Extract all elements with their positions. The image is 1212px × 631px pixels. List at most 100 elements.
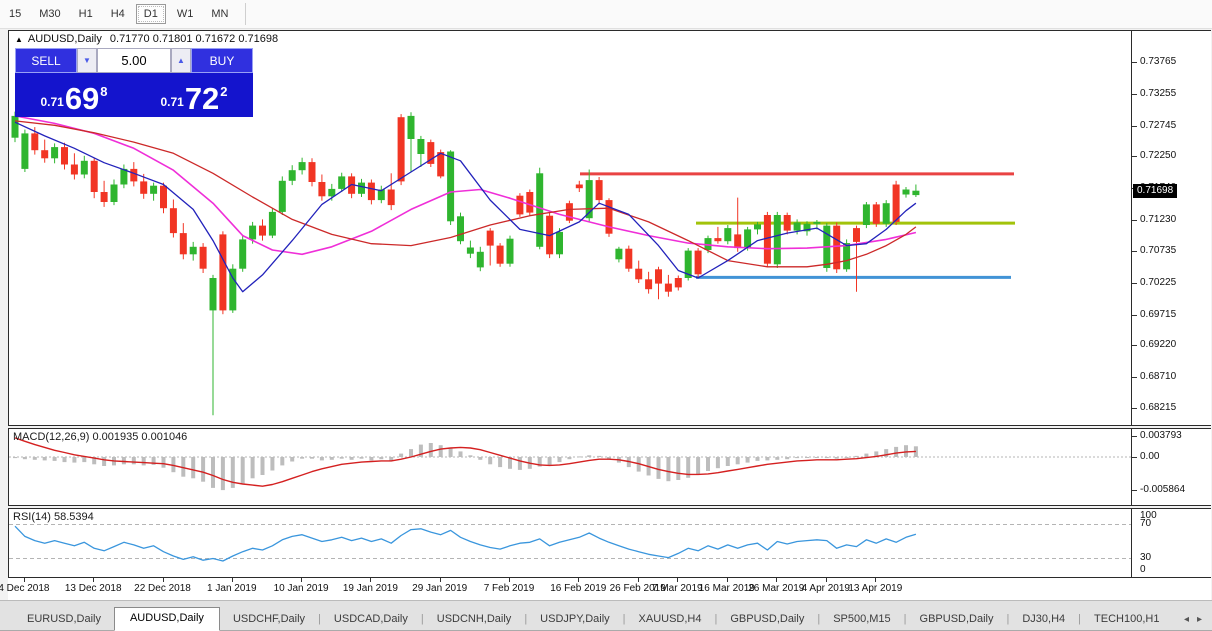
price-axis-label: 0.73765 <box>1140 56 1177 67</box>
price-axis-label: 0.68710 <box>1140 371 1177 383</box>
date-axis-tick <box>23 578 25 582</box>
buy-button[interactable]: BUY <box>191 48 253 73</box>
date-axis-label: 10 Jan 2019 <box>273 583 329 594</box>
price-axis-tick <box>1132 282 1137 284</box>
chart-tab-usdcnh-daily[interactable]: USDCNH,Daily <box>424 609 525 630</box>
rsi-axis-label: 30 <box>1140 552 1152 563</box>
timeframe-button-15[interactable]: 15 <box>2 5 28 23</box>
chart-ohlc-values: 0.71770 0.71801 0.71672 0.71698 <box>109 33 279 45</box>
macd-axis-tick <box>1132 489 1137 491</box>
date-axis-tick <box>370 578 372 582</box>
date-axis[interactable]: 4 Dec 2018 13 Dec 2018 22 Dec 2018 1 Jan 20… <box>0 578 1211 600</box>
price-axis-tick <box>1132 377 1137 379</box>
price-axis-label: 0.72745 <box>1140 119 1177 131</box>
buy-price-big-digits: 72 <box>184 81 220 117</box>
timeframe-button-M30[interactable]: M30 <box>32 5 67 23</box>
chart-tab-usdcad-daily[interactable]: USDCAD,Daily <box>321 609 421 630</box>
macd-name: MACD(12,26,9) <box>13 431 90 443</box>
chart-title: ▲ AUDUSD,Daily 0.71770 0.71801 0.71672 0.7… <box>15 33 278 45</box>
sell-price-display[interactable]: 0.71 69 8 <box>15 73 133 117</box>
date-axis-label: 13 Dec 2018 <box>64 583 122 594</box>
macd-signal-line <box>14 437 916 487</box>
price-axis-label: 0.73255 <box>1140 87 1177 99</box>
macd-axis-tick <box>1132 435 1137 437</box>
timeframe-button-H4[interactable]: H4 <box>104 5 132 23</box>
date-axis-label: 29 Jan 2019 <box>412 583 468 594</box>
macd-label: MACD(12,26,9) 0.001935 0.001046 <box>13 431 187 443</box>
timeframe-toolbar: 15 M30 H1 H4 D1 W1 MN <box>0 0 1212 29</box>
date-axis-tick <box>301 578 303 582</box>
date-axis-tick <box>726 578 728 582</box>
price-chart-window: ▲ AUDUSD,Daily 0.71770 0.71801 0.71672 0.7… <box>8 30 1211 426</box>
sell-price-pip-digit: 8 <box>100 84 108 99</box>
chart-tab-gbpusd-daily[interactable]: GBPUSD,Daily <box>717 609 817 630</box>
price-axis-label: 0.69715 <box>1140 308 1177 320</box>
price-axis-tick <box>1132 93 1137 95</box>
buy-price-prefix: 0.71 <box>160 95 184 109</box>
price-axis-tick <box>1132 156 1137 158</box>
lot-decrease-button[interactable]: ▼ <box>77 48 97 73</box>
tab-scroll-arrows: ◂ ▸ <box>1180 614 1206 630</box>
sell-price-prefix: 0.71 <box>40 95 64 109</box>
price-axis-label: 0.71230 <box>1140 214 1177 225</box>
chart-tab-xauusd-h4[interactable]: XAUUSD,H4 <box>626 609 715 630</box>
price-axis-tick <box>1132 250 1137 252</box>
rsi-value: 58.5394 <box>53 511 94 523</box>
date-axis-tick <box>677 578 679 582</box>
chart-tab-usdjpy-daily[interactable]: USDJPY,Daily <box>527 609 623 630</box>
price-axis-label: 0.72250 <box>1140 150 1177 162</box>
chart-tab-gbpusd-daily[interactable]: GBPUSD,Daily <box>907 609 1007 630</box>
price-axis-tick <box>1132 314 1137 316</box>
rsi-axis: 100 70 30 0 <box>1131 509 1211 577</box>
date-axis-tick <box>231 578 233 582</box>
timeframe-button-MN[interactable]: MN <box>204 5 235 23</box>
price-axis-label: 0.70735 <box>1140 244 1177 256</box>
chart-tab-dj30-h4[interactable]: DJ30,H4 <box>1009 609 1078 630</box>
chart-tab-tech100-h1[interactable]: TECH100,H1 <box>1081 609 1172 630</box>
date-axis-label: 1 Jan 2019 <box>207 583 257 594</box>
chart-tab-usdchf-daily[interactable]: USDCHF,Daily <box>220 609 318 630</box>
date-axis-label: 19 Jan 2019 <box>342 583 398 594</box>
lot-increase-button[interactable]: ▲ <box>171 48 191 73</box>
price-axis[interactable]: 0.737650.732550.727450.722500.717400.712… <box>1131 31 1211 425</box>
macd-axis-label: -0.005864 <box>1140 483 1186 495</box>
price-axis-tick <box>1132 220 1137 221</box>
buy-price-display[interactable]: 0.71 72 2 <box>135 73 253 117</box>
timeframe-button-H1[interactable]: H1 <box>72 5 100 23</box>
price-axis-label: 0.69220 <box>1140 339 1177 351</box>
lot-size-input[interactable] <box>97 48 171 73</box>
price-axis-tick <box>1132 408 1137 409</box>
macd-window: MACD(12,26,9) 0.001935 0.001046 0.003793… <box>8 428 1211 506</box>
rsi-label: RSI(14) 58.5394 <box>13 511 94 523</box>
collapse-panel-icon[interactable]: ▲ <box>15 35 23 44</box>
tab-scroll-left-icon[interactable]: ◂ <box>1180 614 1193 625</box>
price-axis-tick <box>1132 345 1137 347</box>
triangle-down-icon: ▼ <box>83 56 91 65</box>
date-axis-tick <box>439 578 441 582</box>
price-axis-label: 0.68215 <box>1140 402 1177 413</box>
sell-button[interactable]: SELL <box>15 48 77 73</box>
price-axis-tick <box>1132 125 1137 127</box>
toolbar-separator <box>245 3 247 25</box>
rsi-plot[interactable] <box>9 509 1131 577</box>
rsi-axis-label: 70 <box>1140 518 1152 529</box>
date-axis-tick <box>776 578 778 582</box>
chart-tab-audusd-daily[interactable]: AUDUSD,Daily <box>113 607 220 631</box>
date-axis-tick <box>578 578 580 582</box>
timeframe-button-W1[interactable]: W1 <box>170 5 201 23</box>
date-axis-tick <box>637 578 639 582</box>
chart-tab-sp500-m15[interactable]: SP500,M15 <box>820 609 903 630</box>
date-axis-label: 4 Dec 2018 <box>0 583 50 594</box>
price-axis-tick <box>1132 62 1137 63</box>
timeframe-button-D1[interactable]: D1 <box>135 4 166 24</box>
date-axis-tick <box>875 578 877 582</box>
tab-scroll-right-icon[interactable]: ▸ <box>1193 614 1206 625</box>
chart-tab-eurusd-daily[interactable]: EURUSD,Daily <box>14 609 114 630</box>
date-axis-tick <box>93 578 95 582</box>
macd-axis-label: 0.003793 <box>1140 429 1182 441</box>
sell-price-big-digits: 69 <box>64 81 100 117</box>
candles-layer <box>11 111 920 416</box>
triangle-up-icon: ▲ <box>177 56 185 65</box>
price-axis-label: 0.70225 <box>1140 276 1177 288</box>
rsi-axis-label: 0 <box>1140 564 1146 575</box>
